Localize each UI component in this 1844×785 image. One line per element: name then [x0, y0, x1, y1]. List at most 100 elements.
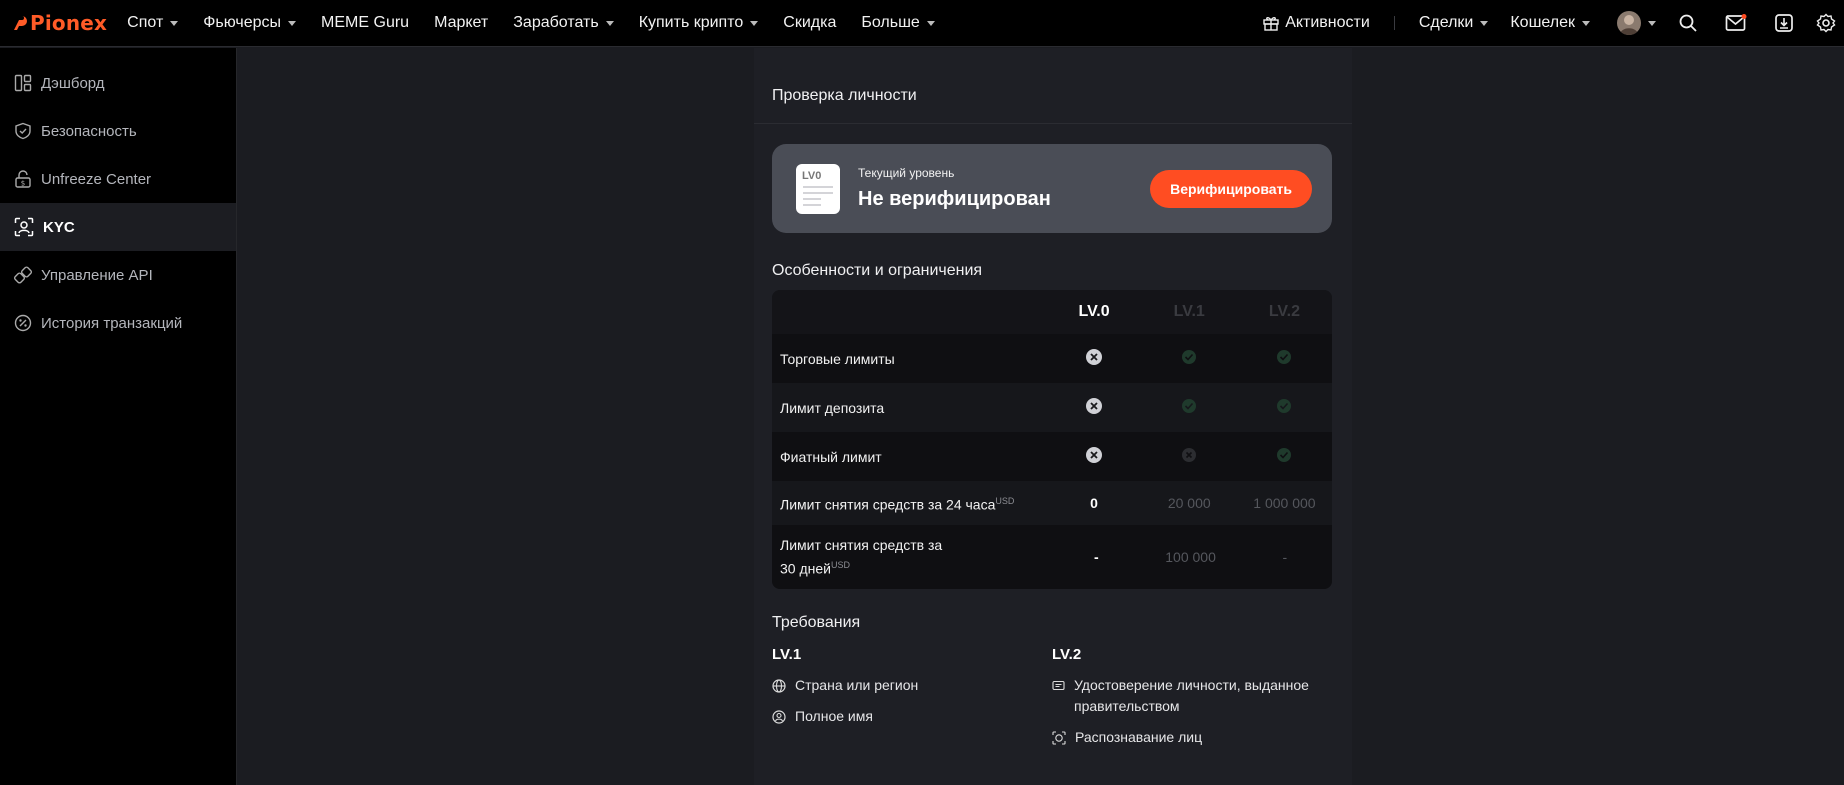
sidebar-item-unfreeze-center[interactable]: $ Unfreeze Center	[0, 155, 236, 203]
sidebar-item-transaction-history[interactable]: История транзакций	[0, 299, 236, 347]
unit-label: USD	[995, 496, 1015, 507]
requirements-title: Требования	[772, 614, 861, 631]
nav-more-label: Больше	[861, 14, 920, 31]
chevron-down-icon	[170, 20, 179, 26]
chevron-down-icon	[926, 20, 935, 26]
requirement-item: Страна или регион	[772, 675, 1042, 696]
nav-spot[interactable]: Спот	[127, 14, 179, 32]
nav-spot-label: Спот	[127, 14, 164, 31]
col-lv0: LV.0	[1078, 303, 1110, 320]
wallet-menu[interactable]: Кошелек	[1510, 14, 1590, 32]
globe-icon	[772, 679, 786, 693]
sidebar-item-label: Безопасность	[41, 122, 137, 140]
features-title: Особенности и ограничения	[772, 262, 983, 279]
requirement-item: Полное имя	[772, 706, 1042, 727]
nav-more[interactable]: Больше	[861, 14, 935, 32]
unlock-icon: $	[15, 170, 31, 188]
svg-text:$: $	[21, 180, 25, 188]
table-row: Лимит депозита	[772, 383, 1332, 432]
nav-meme-guru-label: MEME Guru	[321, 14, 410, 31]
verify-button[interactable]: Верифицировать	[1150, 169, 1312, 208]
chevron-down-icon	[750, 20, 759, 26]
activities-label: Активности	[1285, 14, 1370, 31]
requirements-lv2-title: LV.2	[1052, 646, 1082, 663]
requirement-item: Распознавание лиц	[1052, 727, 1332, 748]
chevron-down-icon	[1582, 20, 1590, 26]
x-circle-icon	[1182, 448, 1197, 462]
cell-lv1	[1142, 349, 1237, 368]
level-info: Текущий уровень Не верифицирован	[858, 166, 1051, 211]
brand-name: Pionex	[30, 11, 108, 35]
check-circle-icon	[1277, 350, 1292, 364]
level-badge: LV0	[796, 163, 840, 214]
nav-discount[interactable]: Скидка	[783, 14, 836, 32]
requirement-label: Удостоверение личности, выданное правите…	[1074, 677, 1309, 714]
requirement-label: Полное имя	[795, 708, 873, 724]
mail-icon	[1725, 14, 1747, 31]
level-badge-text: LV0	[802, 169, 822, 182]
cell-lv2	[1237, 398, 1332, 417]
gift-icon	[1263, 17, 1279, 31]
nav-futures[interactable]: Фьючерсы	[203, 14, 297, 32]
download-button[interactable]	[1760, 0, 1808, 47]
messages-button[interactable]	[1712, 0, 1760, 47]
pionex-logo[interactable]: Pionex	[12, 11, 107, 35]
chevron-down-icon	[1480, 20, 1489, 26]
dashboard-icon	[14, 74, 32, 92]
x-circle-icon	[1086, 349, 1103, 365]
row-label: Фиатный лимит	[780, 448, 882, 465]
check-circle-icon	[1182, 399, 1197, 413]
api-link-icon	[14, 266, 32, 284]
features-table: LV.0 LV.1 LV.2 Торговые лимиты Лимит деп…	[772, 290, 1332, 589]
nav-market[interactable]: Маркет	[434, 14, 488, 32]
row-label: Торговые лимиты	[780, 350, 895, 367]
activities-link[interactable]: Активности	[1262, 14, 1370, 32]
cell-lv2: -	[1282, 549, 1288, 565]
chevron-down-icon	[605, 20, 614, 26]
gear-icon	[1816, 13, 1836, 33]
search-button[interactable]	[1664, 0, 1712, 47]
nav-earn[interactable]: Заработать	[513, 14, 614, 32]
requirement-label: Страна или регион	[795, 677, 919, 693]
check-circle-icon	[1277, 448, 1292, 462]
settings-button[interactable]	[1808, 0, 1844, 47]
current-level-label: Текущий уровень	[858, 166, 955, 180]
table-row: Лимит снятия средств за 24 часаUSD 0 20 …	[772, 481, 1332, 525]
sidebar-item-label: KYC	[43, 218, 75, 236]
cell-lv1	[1142, 398, 1237, 417]
table-row: Торговые лимиты	[772, 334, 1332, 383]
id-card-icon	[1052, 680, 1065, 691]
sidebar-item-dashboard[interactable]: Дэшборд	[0, 59, 236, 107]
x-circle-icon	[1086, 398, 1103, 414]
chevron-down-icon	[288, 20, 297, 26]
right-nav: Активности Сделки Кошелек	[1262, 0, 1844, 46]
requirements-lv1: LV.1 Страна или регион Полное имя	[772, 646, 1042, 737]
user-scan-icon	[14, 217, 34, 237]
table-row: Фиатный лимит	[772, 432, 1332, 481]
table-header: LV.0 LV.1 LV.2	[772, 290, 1332, 334]
cell-lv2	[1237, 349, 1332, 368]
deals-menu[interactable]: Сделки	[1419, 14, 1489, 32]
sidebar-item-security[interactable]: Безопасность	[0, 107, 236, 155]
cell-lv0: -	[1093, 549, 1099, 565]
col-lv2: LV.2	[1268, 303, 1300, 320]
cell-lv1	[1142, 447, 1237, 466]
table-row: Лимит снятия средств за 30 днейUSD - 100…	[772, 525, 1332, 589]
nav-market-label: Маркет	[434, 14, 489, 31]
col-lv1: LV.1	[1173, 303, 1205, 320]
top-navbar: Pionex Спот Фьючерсы MEME Guru Маркет За…	[0, 0, 1844, 47]
face-scan-icon	[1052, 731, 1066, 745]
cell-lv0: 0	[1090, 495, 1098, 511]
sidebar-item-kyc[interactable]: KYC	[0, 203, 236, 251]
cell-lv0	[1046, 446, 1141, 467]
check-circle-icon	[1182, 350, 1197, 364]
account-menu[interactable]	[1608, 0, 1664, 47]
avatar	[1616, 11, 1641, 35]
x-circle-icon	[1086, 447, 1103, 463]
nav-buy-crypto[interactable]: Купить крипто	[639, 14, 759, 32]
shield-icon	[15, 122, 31, 140]
nav-meme-guru[interactable]: MEME Guru	[321, 14, 409, 32]
sidebar-item-api-management[interactable]: Управление API	[0, 251, 236, 299]
requirement-item: Удостоверение личности, выданное правите…	[1052, 675, 1332, 717]
nav-divider	[1393, 16, 1395, 30]
